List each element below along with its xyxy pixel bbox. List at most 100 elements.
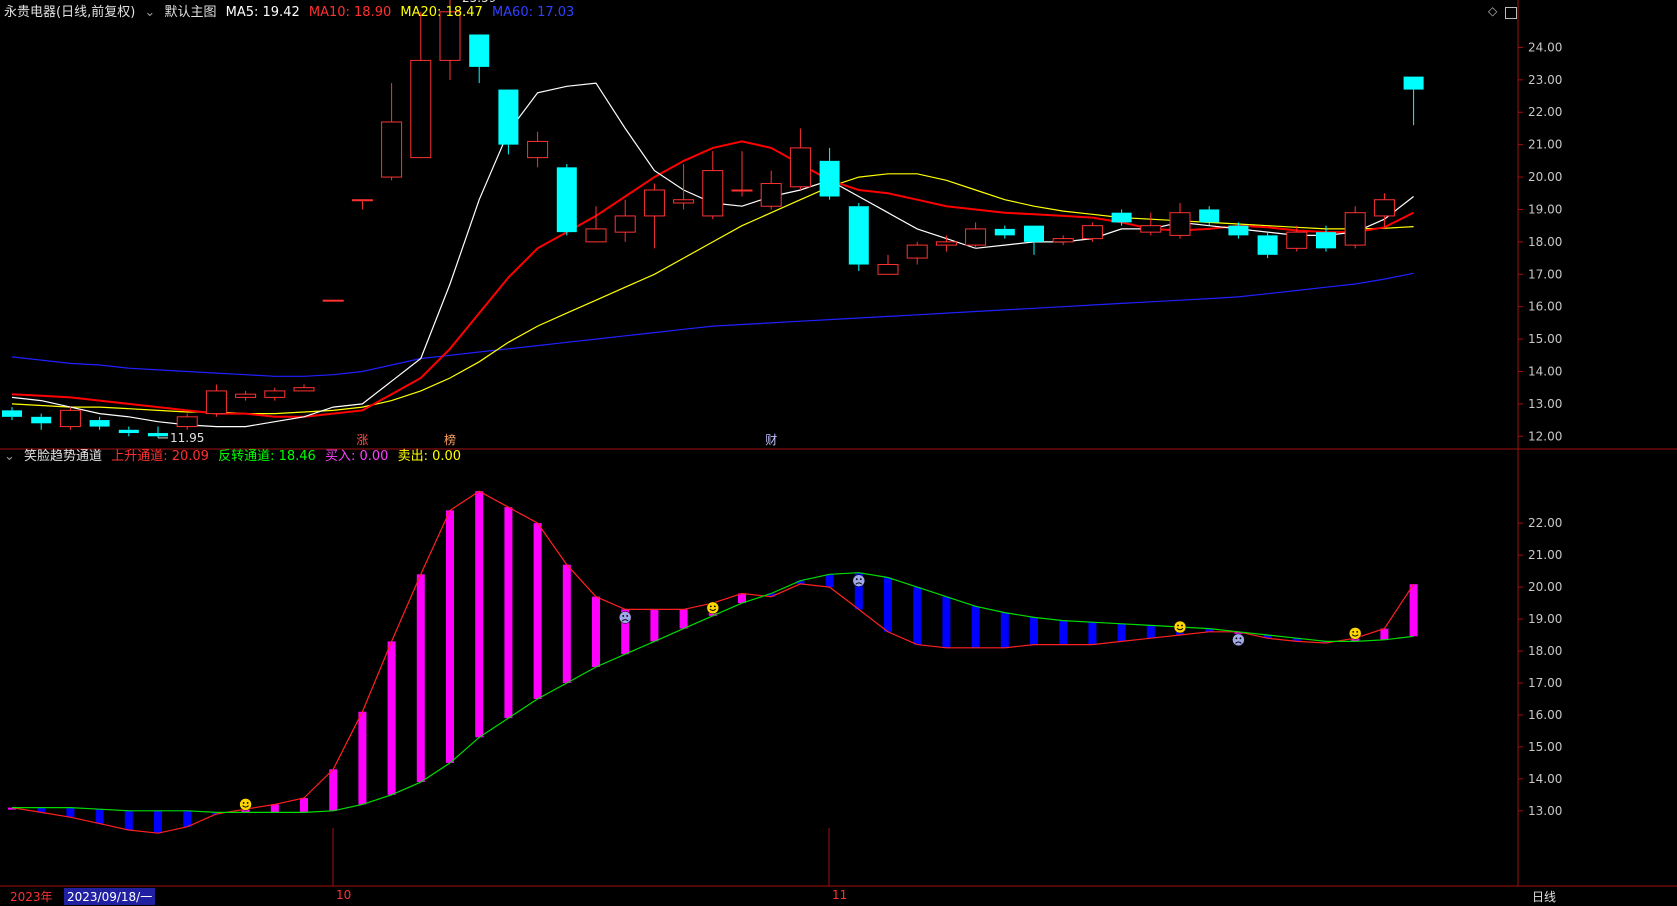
- channel-bar: [971, 606, 980, 648]
- candle-body: [789, 147, 811, 188]
- channel-bar: [504, 507, 513, 719]
- period-label[interactable]: 日线: [1532, 888, 1556, 905]
- sub-legend: ⌄ 笑脸趋势通道 上升通道: 20.09 反转通道: 18.46 买入: 0.0…: [4, 448, 466, 466]
- candle-body: [293, 387, 315, 392]
- candle-body: [1286, 231, 1308, 249]
- channel-bar: [183, 810, 192, 827]
- channel-bar: [66, 807, 75, 818]
- main-axis-tick-label: 17.00: [1528, 267, 1562, 281]
- chart-frame: [0, 0, 1677, 887]
- channel-bar: [913, 587, 922, 645]
- candle-body: [148, 433, 168, 437]
- template-name[interactable]: 默认主图: [164, 5, 216, 20]
- sub-price-axis: 13.00 14.00 15.00 16.00 17.00 18.00 19.00 20.00…: [1518, 516, 1562, 818]
- face-circle: [618, 611, 632, 624]
- face-eye: [622, 615, 625, 617]
- up-channel-line: [11, 490, 1415, 834]
- candle-body: [118, 429, 139, 434]
- candle-body: [906, 244, 928, 259]
- face-eye: [713, 605, 716, 608]
- candle-body: [2, 410, 22, 417]
- diamond-icon[interactable]: ◇: [1488, 4, 1497, 18]
- channel-bar: [533, 523, 542, 699]
- main-axis-tick-label: 23.00: [1528, 73, 1562, 87]
- channel-bar: [884, 577, 892, 632]
- rev-channel-value: 反转通道: 18.46: [218, 449, 316, 464]
- ma5-line: [11, 82, 1414, 428]
- candle-body: [176, 416, 198, 428]
- channel-bar: [358, 711, 367, 805]
- candle-body: [1257, 235, 1278, 255]
- indicator-menu-icon[interactable]: ⌄: [4, 449, 15, 464]
- candles: [2, 0, 1424, 438]
- candle-body: [89, 420, 110, 427]
- face-circle: [852, 574, 866, 587]
- candle-body: [527, 140, 549, 159]
- sub-axis-tick-label: 20.00: [1528, 580, 1562, 594]
- channel-bar: [300, 798, 308, 813]
- channel-bar: [1146, 625, 1155, 639]
- year-label: 2023年: [10, 890, 53, 904]
- face-eye: [1352, 631, 1355, 633]
- face-circle: [1232, 633, 1245, 647]
- stock-title[interactable]: 永贵电器(日线,前复权): [4, 5, 135, 20]
- candle-body: [556, 167, 577, 233]
- channel-bar: [1117, 623, 1126, 642]
- face-eye: [859, 578, 862, 581]
- smile-face-icon: [239, 798, 252, 811]
- channel-bar: [1380, 628, 1389, 640]
- channel-bar: [329, 769, 338, 811]
- buy-value: 买入: 0.00: [324, 449, 389, 464]
- date-axis: 2023年 2023/09/18/一 10 11 日线: [0, 886, 1677, 906]
- annotations: 25.5911.95涨榜财: [158, 0, 777, 447]
- main-axis-tick-label: 14.00: [1528, 364, 1562, 378]
- channel-bar: [475, 491, 484, 738]
- up-channel-value: 上升通道: 20.09: [111, 449, 209, 464]
- expand-icon[interactable]: ⌄: [144, 5, 155, 20]
- channel-bar: [592, 596, 600, 667]
- main-axis-tick-label: 19.00: [1528, 202, 1562, 216]
- candle-body: [1081, 225, 1103, 240]
- channel-bar: [679, 609, 688, 629]
- channel-bar: [95, 809, 104, 824]
- sub-axis-tick-label: 21.00: [1528, 548, 1562, 562]
- candle-body: [351, 199, 373, 202]
- face-eye: [626, 615, 629, 617]
- main-axis-tick-label: 24.00: [1528, 40, 1562, 54]
- main-axis-tick-label: 20.00: [1528, 170, 1562, 184]
- channel-bar: [416, 574, 425, 783]
- event-marker: 涨: [356, 432, 368, 447]
- sub-axis-tick-label: 13.00: [1528, 804, 1562, 818]
- face-eye: [1181, 624, 1183, 627]
- sub-axis-tick-label: 15.00: [1528, 740, 1562, 754]
- candle-body: [673, 199, 695, 204]
- candle-body: [264, 390, 286, 398]
- event-marker: 榜: [444, 432, 456, 447]
- candle-body: [614, 215, 636, 233]
- channel-bar: [1409, 584, 1418, 637]
- face-circle: [239, 798, 252, 811]
- panel-toggle-icon[interactable]: [1505, 7, 1517, 19]
- candle-body: [1052, 238, 1074, 243]
- month-10-label: 10: [336, 888, 352, 902]
- face-eye: [1177, 624, 1179, 627]
- smile-face-icon: [1173, 620, 1187, 634]
- channel-bars: [8, 491, 1418, 834]
- extreme-label: 11.95: [170, 431, 204, 445]
- channel-bar: [942, 596, 951, 648]
- candle-body: [994, 228, 1015, 236]
- channel-bar: [154, 810, 162, 834]
- candle-body: [235, 393, 257, 398]
- ma10-value: MA10: 18.90: [308, 5, 392, 20]
- candle-body: [965, 228, 987, 246]
- month-11-label: 11: [832, 888, 848, 902]
- indicator-name[interactable]: 笑脸趋势通道: [24, 449, 102, 464]
- ma60-value: MA60: 17.03: [491, 5, 575, 20]
- candle-body: [1111, 212, 1132, 223]
- sub-axis-tick-label: 17.00: [1528, 676, 1562, 690]
- main-price-axis: 12.00 13.00 14.00 15.00 16.00 17.00 18.00 19.00…: [1518, 40, 1562, 443]
- candle-body: [819, 160, 840, 197]
- sad-face-icon: [1232, 633, 1245, 647]
- ma-lines: [11, 82, 1415, 428]
- face-eye: [1356, 631, 1359, 633]
